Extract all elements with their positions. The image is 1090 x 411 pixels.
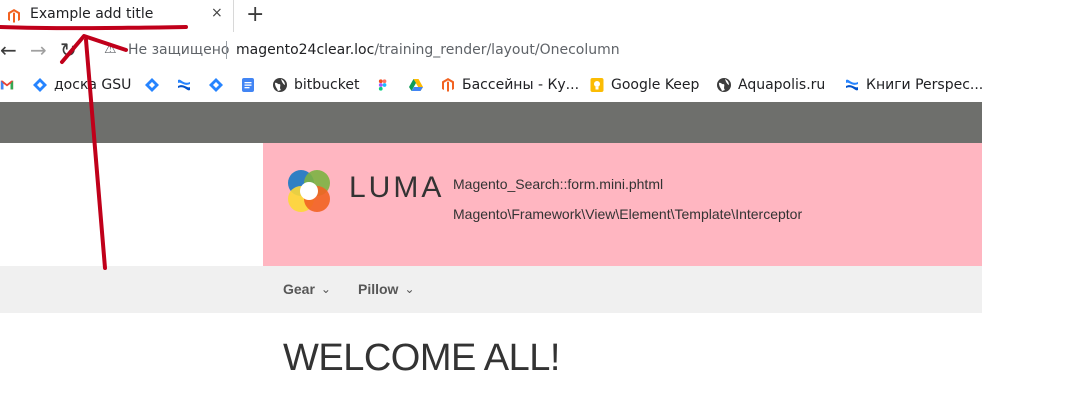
confluence-icon xyxy=(846,79,858,91)
bookmark-doska-gsu[interactable]: доска GSU xyxy=(32,75,131,95)
menu-item-pillow[interactable]: Pillow ⌄ xyxy=(358,281,415,297)
template-hint-2: Magento\Framework\View\Element\Template\… xyxy=(453,206,803,222)
globe-icon xyxy=(273,78,287,92)
bookmark-confluence[interactable] xyxy=(176,75,198,95)
bookmark-knigi[interactable]: Книги Perspec... xyxy=(844,75,983,95)
confluence-icon xyxy=(178,79,190,91)
forward-arrow-icon[interactable]: → xyxy=(30,38,47,62)
magento-icon xyxy=(8,9,20,23)
keep-icon xyxy=(590,78,604,92)
address-separator xyxy=(226,41,227,59)
luma-logo-icon[interactable] xyxy=(283,165,335,217)
url-path: /training_render/layout/Onecolumn xyxy=(374,42,620,58)
luma-logo-text[interactable]: LUMA xyxy=(349,171,444,205)
bookmark-basseiny[interactable]: Бассейны - Ку... xyxy=(440,75,579,95)
url-host: magento24clear.loc xyxy=(236,42,375,58)
figma-icon xyxy=(378,79,387,91)
bookmark-bitbucket[interactable]: bitbucket xyxy=(272,75,359,95)
jira-icon xyxy=(209,78,223,92)
bookmarks-bar: доска GSU bitbucket Бассейны - Ку... Goo… xyxy=(0,68,983,102)
docs-icon xyxy=(242,78,254,92)
menu-label: Gear xyxy=(283,281,315,297)
gmail-icon xyxy=(0,80,14,90)
globe-icon xyxy=(717,78,731,92)
bookmark-aquapolis[interactable]: Aquapolis.ru xyxy=(716,75,825,95)
reload-icon[interactable]: ↻ xyxy=(60,38,77,62)
bookmark-label: Бассейны - Ку... xyxy=(462,77,580,93)
chevron-down-icon: ⌄ xyxy=(320,282,331,296)
menu-item-gear[interactable]: Gear ⌄ xyxy=(283,281,331,297)
back-arrow-icon[interactable]: ← xyxy=(0,38,17,62)
chevron-down-icon: ⌄ xyxy=(404,282,415,296)
bookmark-drive[interactable] xyxy=(408,75,430,95)
browser-tab[interactable]: Example add title × xyxy=(0,0,234,32)
bookmark-docs[interactable] xyxy=(240,75,262,95)
bookmark-jira[interactable] xyxy=(144,75,166,95)
browser-toolbar: ← → ↻ ⚠ Не защищено magento24clear.loc/t… xyxy=(0,32,982,68)
bookmark-figma[interactable] xyxy=(377,75,395,95)
menu-label: Pillow xyxy=(358,281,399,297)
jira-icon xyxy=(33,78,47,92)
template-hint-1: Magento_Search::form.mini.phtml xyxy=(453,176,664,192)
bookmark-label: bitbucket xyxy=(294,77,360,93)
magento-icon xyxy=(442,78,454,92)
security-status[interactable]: Не защищено xyxy=(128,42,229,58)
jira-icon xyxy=(145,78,159,92)
bookmark-label: Книги Perspec... xyxy=(866,77,984,93)
drive-icon xyxy=(409,79,423,91)
new-tab-button[interactable]: + xyxy=(246,2,264,28)
bookmark-label: Aquapolis.ru xyxy=(738,77,826,93)
bookmark-jira-2[interactable] xyxy=(208,75,230,95)
warning-icon[interactable]: ⚠ xyxy=(104,41,117,57)
category-nav xyxy=(0,266,982,313)
tab-strip: Example add title × + xyxy=(0,0,982,32)
bookmark-label: доска GSU xyxy=(54,77,132,93)
page-top-bar xyxy=(0,102,982,143)
close-tab-icon[interactable]: × xyxy=(211,5,223,21)
bookmark-google-keep[interactable]: Google Keep xyxy=(589,75,699,95)
tab-title: Example add title xyxy=(30,6,154,22)
page-title: WELCOME ALL! xyxy=(283,337,560,379)
address-bar[interactable]: magento24clear.loc/training_render/layou… xyxy=(236,42,620,58)
bookmark-label: Google Keep xyxy=(611,77,700,93)
bookmark-gmail[interactable] xyxy=(0,75,20,95)
